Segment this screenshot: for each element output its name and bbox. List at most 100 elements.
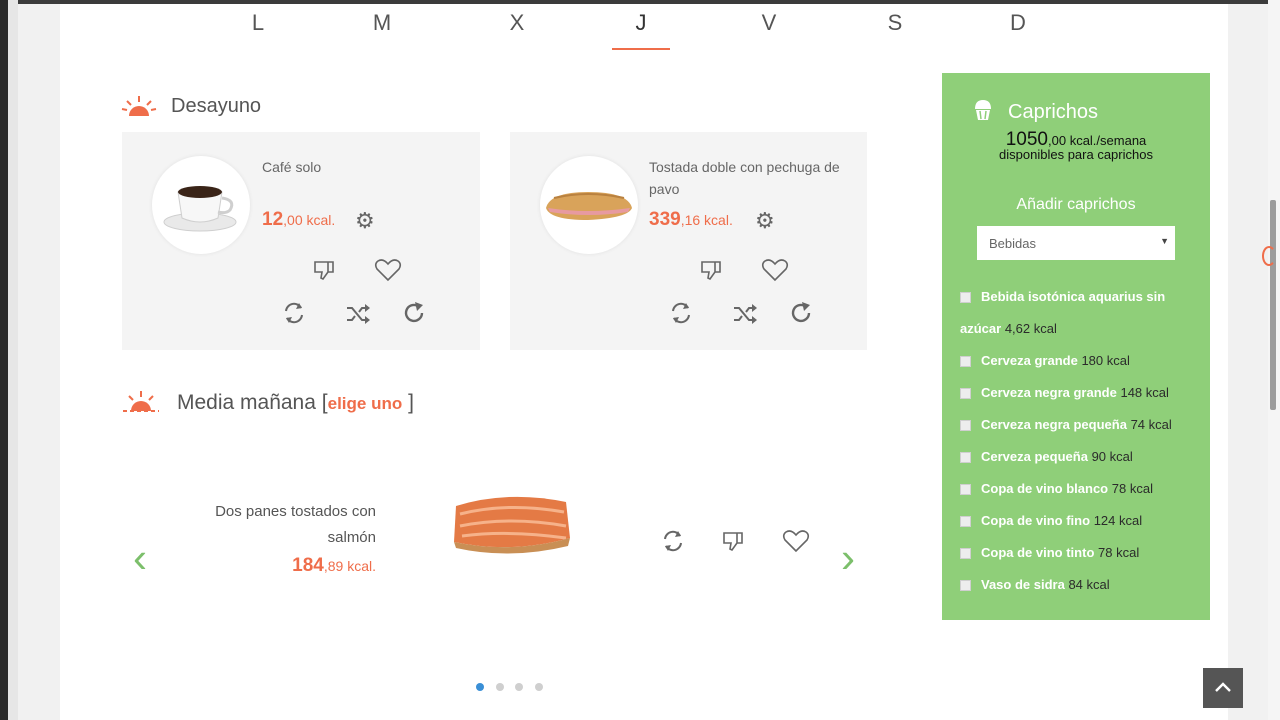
capricho-item-1[interactable]: Bebida isotónica aquarius sin <box>960 289 1165 304</box>
checkbox[interactable] <box>960 388 971 400</box>
food-name-salmon-line1: Dos panes tostados con <box>215 503 376 520</box>
page-edge-indicator <box>1262 246 1276 266</box>
checkbox[interactable] <box>960 420 971 432</box>
scroll-to-top-button[interactable] <box>1203 668 1243 708</box>
day-tab-j[interactable]: J <box>626 10 656 36</box>
capricho-kcal: 124 <box>1093 513 1116 528</box>
capricho-unit: kcal <box>1119 513 1143 528</box>
capricho-unit: kcal <box>1086 577 1110 592</box>
left-margin <box>8 0 18 720</box>
capricho-item-6[interactable]: Copa de vino blanco 78 kcal <box>960 481 1153 496</box>
kcal-dec-salmon: ,89 kcal. <box>323 558 376 574</box>
capricho-item-8[interactable]: Copa de vino tinto 78 kcal <box>960 545 1139 560</box>
capricho-kcal: 84 <box>1068 577 1083 592</box>
capricho-item-2[interactable]: Cerveza grande 180 kcal <box>960 353 1130 368</box>
checkbox[interactable] <box>960 548 971 560</box>
capricho-item-7[interactable]: Copa de vino fino 124 kcal <box>960 513 1142 528</box>
capricho-name: Cerveza negra pequeña <box>981 417 1127 432</box>
bracket-close: ] <box>408 391 414 414</box>
capricho-kcal: 78 <box>1098 545 1113 560</box>
choose-one-link[interactable]: elige uno <box>328 394 403 413</box>
checkbox[interactable] <box>960 516 971 528</box>
capricho-kcal: 148 <box>1120 385 1143 400</box>
thumbs-down-icon[interactable] <box>312 258 336 282</box>
checkbox[interactable] <box>960 292 971 304</box>
media-manana-title: Media mañana [elige uno ] <box>177 391 414 415</box>
redo-icon[interactable] <box>790 301 814 325</box>
sunrise-icon <box>121 96 157 116</box>
heart-icon[interactable] <box>761 258 789 282</box>
caprichos-kcal-unit: kcal./semana <box>1066 133 1147 148</box>
capricho-kcal: 78 <box>1111 481 1127 496</box>
capricho-kcal: 4,62 <box>1004 321 1031 336</box>
capricho-unit: kcal <box>1033 321 1057 336</box>
capricho-name: Vaso de sidra <box>981 577 1065 592</box>
cupcake-icon <box>975 100 991 120</box>
kcal-int-cafe: 12 <box>262 209 284 230</box>
refresh-icon[interactable] <box>660 528 686 554</box>
day-tab-d[interactable]: D <box>1003 10 1033 36</box>
capricho-name: Cerveza negra grande <box>981 385 1117 400</box>
day-tab-x[interactable]: X <box>502 10 532 36</box>
capricho-item-4[interactable]: Cerveza negra pequeña 74 kcal <box>960 417 1172 432</box>
redo-icon[interactable] <box>403 301 427 325</box>
thumbs-down-icon[interactable] <box>721 529 745 553</box>
carousel-dot-2[interactable] <box>496 683 504 691</box>
capricho-name: Copa de vino fino <box>981 513 1091 528</box>
day-tab-m[interactable]: M <box>367 10 397 36</box>
thumbs-down-icon[interactable] <box>699 258 723 282</box>
caprichos-budget: 1050,00 kcal./semana disponibles para ca… <box>942 130 1210 162</box>
carousel-dot-1[interactable] <box>476 683 484 691</box>
food-name-salmon-line2: salmón <box>327 529 376 546</box>
refresh-icon[interactable] <box>281 300 307 326</box>
capricho-unit: kcal <box>1148 417 1172 432</box>
capricho-name: azúcar <box>960 321 1002 336</box>
day-tab-l[interactable]: L <box>243 10 273 36</box>
chevron-up-icon <box>1215 682 1231 692</box>
carousel-dot-4[interactable] <box>535 683 543 691</box>
capricho-unit: kcal <box>1109 449 1133 464</box>
refresh-icon[interactable] <box>668 300 694 326</box>
carousel-next-arrow[interactable]: › <box>828 537 868 579</box>
capricho-unit: kcal <box>1129 481 1153 496</box>
kcal-tostada: 339,16 kcal. <box>649 209 733 231</box>
day-tab-s[interactable]: S <box>880 10 910 36</box>
select-arrow-icon: ▼ <box>1160 236 1169 246</box>
checkbox[interactable] <box>960 580 971 592</box>
caprichos-title: Caprichos <box>1008 101 1099 123</box>
carousel-prev-arrow[interactable]: ‹ <box>120 537 160 579</box>
capricho-item-3[interactable]: Cerveza negra grande 148 kcal <box>960 385 1169 400</box>
capricho-unit: kcal <box>1116 545 1140 560</box>
left-window-edge <box>0 0 8 720</box>
caprichos-category-select[interactable]: Bebidas ▼ <box>977 226 1175 260</box>
capricho-name: Copa de vino tinto <box>981 545 1095 560</box>
kcal-salmon: 184,89 kcal. <box>276 555 376 577</box>
capricho-kcal: 180 <box>1081 353 1104 368</box>
gears-icon[interactable]: ⚙ <box>355 208 375 234</box>
caprichos-subtitle: disponibles para caprichos <box>999 147 1153 162</box>
shuffle-icon[interactable] <box>345 302 371 326</box>
scrollbar-thumb[interactable] <box>1270 200 1276 410</box>
food-image-salmon <box>454 496 570 554</box>
capricho-name: Bebida isotónica aquarius sin <box>981 289 1166 304</box>
kcal-dec-cafe: ,00 kcal. <box>283 212 336 228</box>
food-name-tostada: Tostada doble con pechuga de pavo <box>649 159 840 197</box>
checkbox[interactable] <box>960 356 971 368</box>
add-caprichos-label: Añadir caprichos <box>1016 196 1136 213</box>
desayuno-title: Desayuno <box>171 95 262 117</box>
checkbox[interactable] <box>960 452 971 464</box>
capricho-item-9[interactable]: Vaso de sidra 84 kcal <box>960 577 1110 592</box>
heart-icon[interactable] <box>374 258 402 282</box>
shuffle-icon[interactable] <box>732 302 758 326</box>
capricho-item-1-cont: azúcar 4,62 kcal <box>960 321 1057 336</box>
heart-icon[interactable] <box>782 529 810 553</box>
gears-icon[interactable]: ⚙ <box>755 208 775 234</box>
food-image-cafe <box>152 156 250 254</box>
select-value: Bebidas <box>989 236 1036 251</box>
carousel-dot-3[interactable] <box>515 683 523 691</box>
capricho-item-5[interactable]: Cerveza pequeña 90 kcal <box>960 449 1133 464</box>
kcal-int-tostada: 339 <box>649 209 681 230</box>
checkbox[interactable] <box>960 484 971 496</box>
sunrise-icon <box>123 391 159 412</box>
day-tab-v[interactable]: V <box>754 10 784 36</box>
